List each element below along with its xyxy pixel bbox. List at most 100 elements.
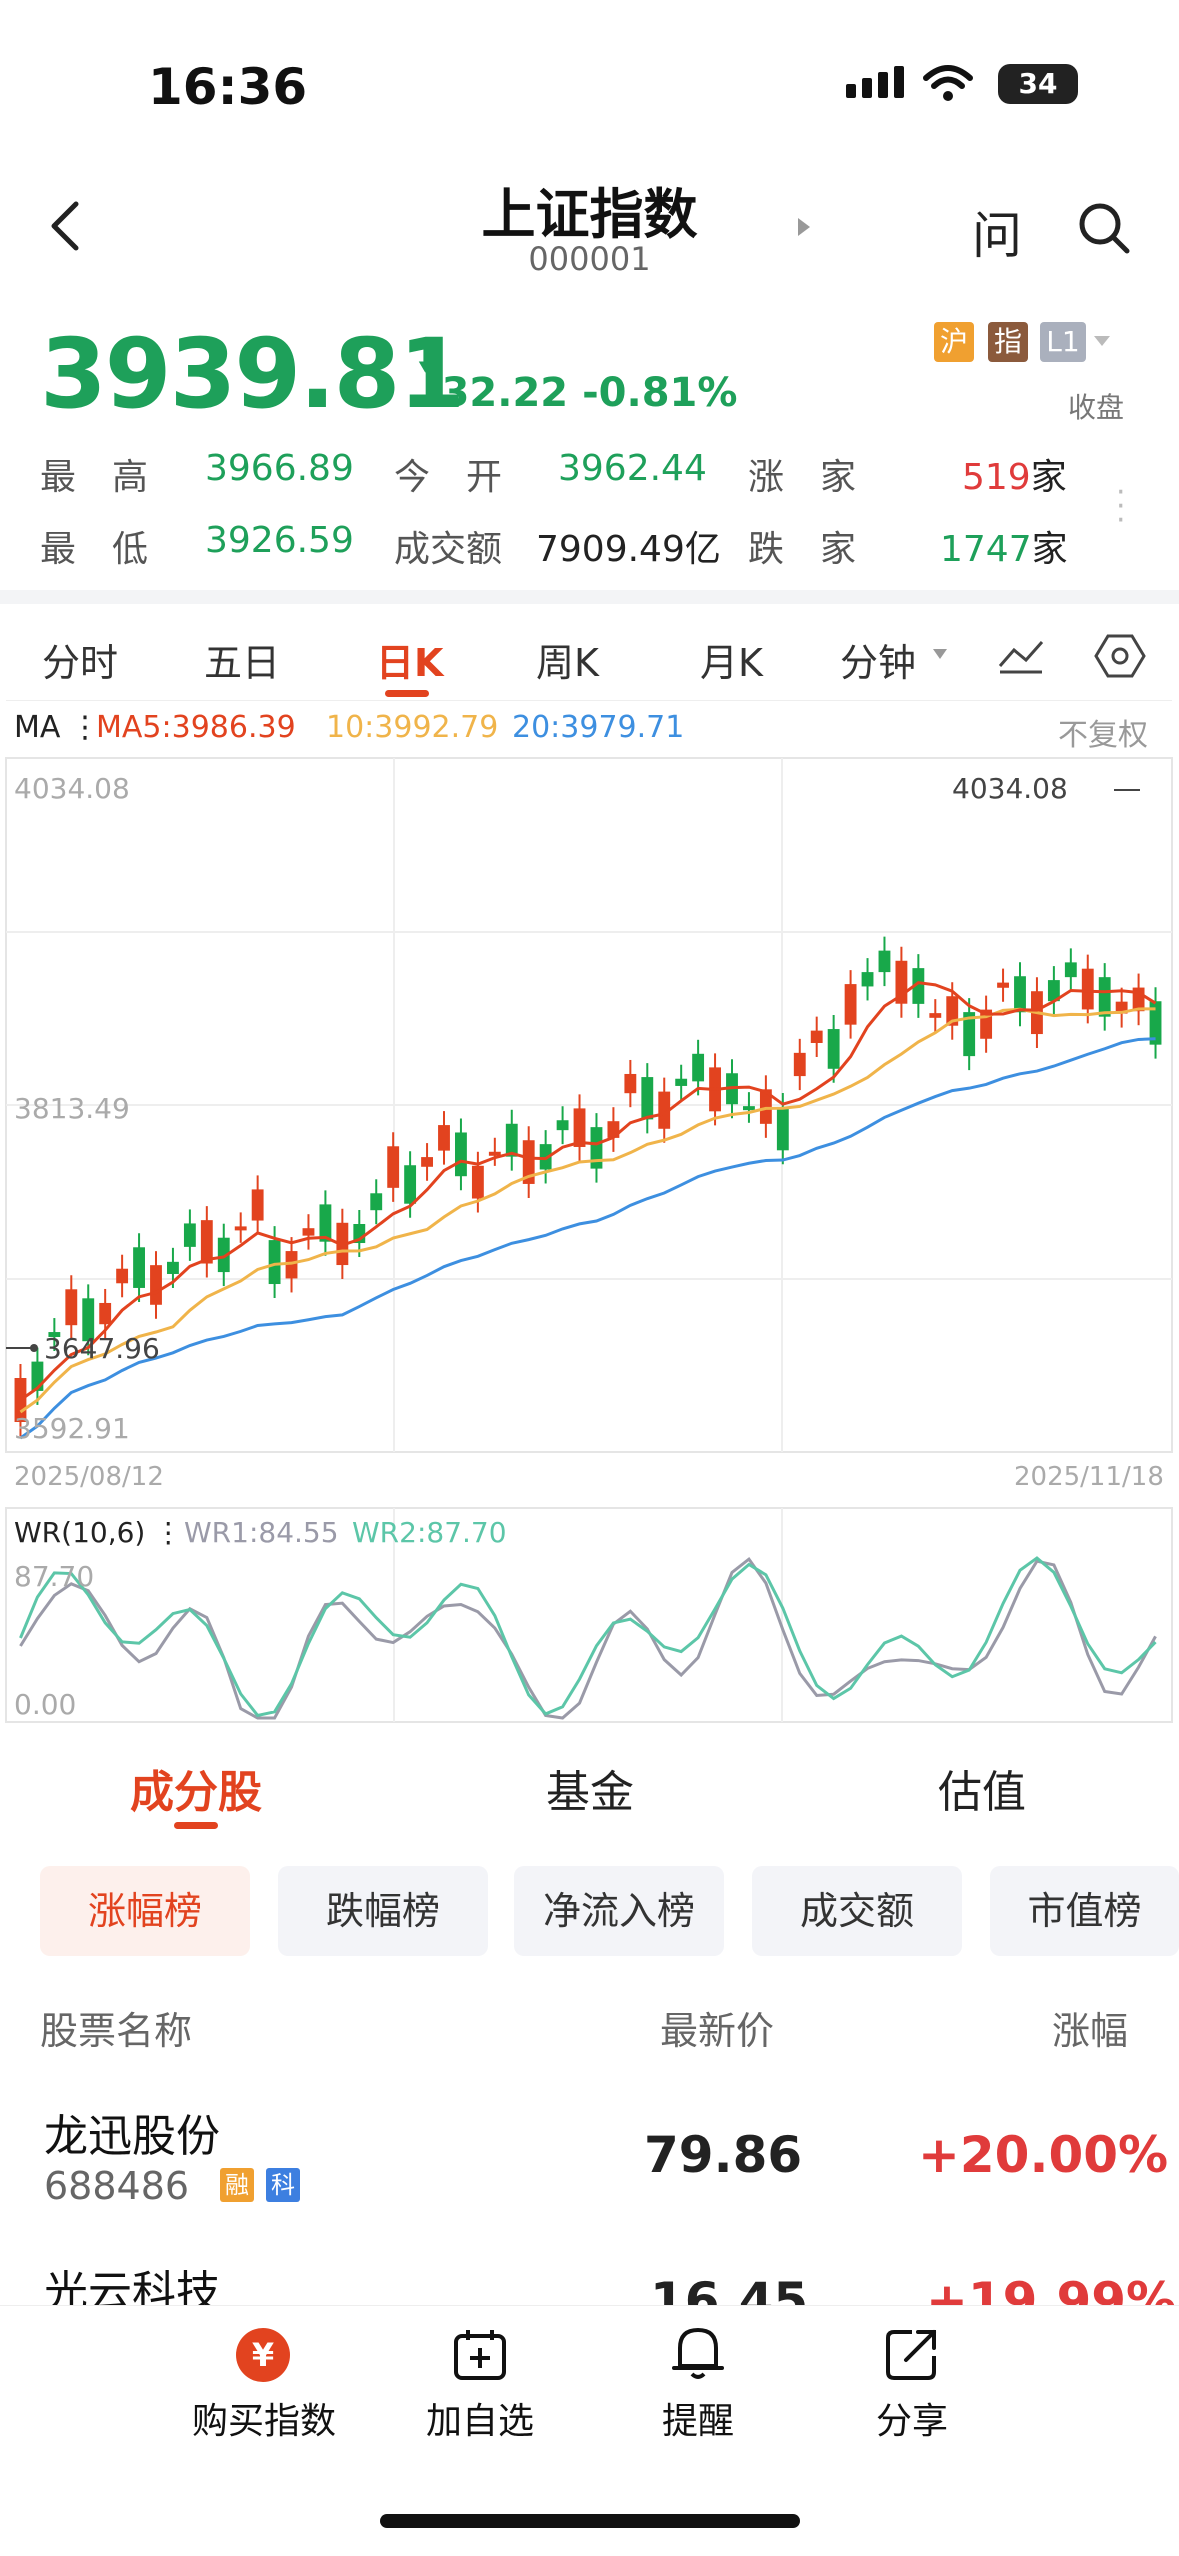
table-row[interactable]: 龙迅股份 688486 融 科 79.86 +20.00% <box>0 2080 1179 2250</box>
advancers-value: 519家 <box>962 457 1067 498</box>
tab-funds[interactable]: 基金 <box>546 1756 634 1820</box>
status-time: 16:36 <box>148 58 308 116</box>
level-tag[interactable]: L1 <box>1040 322 1086 362</box>
settings-icon[interactable] <box>1094 632 1146 680</box>
pill-net-inflow[interactable]: 净流入榜 <box>514 1866 724 1956</box>
active-subtab-indicator <box>174 1822 218 1829</box>
bell-icon[interactable] <box>670 2324 726 2382</box>
min-price-label: 3647.96 <box>44 1332 160 1365</box>
y-axis-bottom: 3592.91 <box>14 1412 130 1445</box>
stock-name: 光云科技 <box>44 2267 220 2310</box>
market-status: 收盘 <box>1068 391 1125 424</box>
candle <box>150 1265 162 1305</box>
candle <box>438 1125 450 1151</box>
candle <box>878 950 891 973</box>
col-change[interactable]: 涨幅 <box>1052 2000 1128 2055</box>
candle <box>167 1261 179 1274</box>
open-value: 3962.44 <box>558 448 707 489</box>
candle <box>455 1132 467 1177</box>
turnover-label: 成交额 <box>394 529 503 570</box>
tab-monthly-k[interactable]: 月K <box>700 632 763 687</box>
candle <box>302 1228 315 1236</box>
high-value: 3966.89 <box>205 448 354 489</box>
candle <box>793 1052 806 1077</box>
wr-axis-top: 87.70 <box>14 1560 95 1593</box>
index-tag: 指 <box>988 322 1028 362</box>
low-label: 最 低 <box>40 529 149 570</box>
candle <box>370 1193 383 1211</box>
candle <box>471 1165 484 1199</box>
pill-top-losers[interactable]: 跌幅榜 <box>278 1866 488 1956</box>
candle <box>505 1123 518 1157</box>
share-button[interactable]: 分享 <box>832 2392 992 2444</box>
candle <box>404 1165 417 1204</box>
col-latest-price[interactable]: 最新价 <box>660 2000 774 2055</box>
pill-top-gainers[interactable]: 涨幅榜 <box>40 1866 250 1956</box>
candle <box>844 984 857 1025</box>
wr-label: WR(10,6) ⋮ <box>14 1516 183 1549</box>
candle <box>65 1289 78 1326</box>
stock-price: 79.86 <box>644 2126 803 2184</box>
candle <box>743 1106 755 1111</box>
candle <box>776 1106 789 1151</box>
tab-intraday[interactable]: 分时 <box>42 632 118 687</box>
candle <box>861 972 874 987</box>
share-icon[interactable] <box>884 2326 940 2382</box>
chevron-down-icon[interactable] <box>932 648 948 660</box>
add-watchlist-button[interactable]: 加自选 <box>400 2392 560 2444</box>
low-value: 3926.59 <box>205 520 354 561</box>
tab-minute[interactable]: 分钟 <box>840 632 916 687</box>
adjust-toggle[interactable]: 不复权 <box>1058 710 1148 754</box>
wr2-value: WR2:87.70 <box>352 1516 507 1549</box>
ask-button[interactable]: 问 <box>972 196 1022 268</box>
divider <box>0 590 1179 604</box>
candle <box>1098 977 1111 1017</box>
max-price-label: 4034.08 <box>952 772 1068 805</box>
open-label: 今 开 <box>394 457 503 498</box>
candle <box>827 1029 840 1069</box>
advancers-label: 涨 家 <box>748 457 857 498</box>
high-label: 最 高 <box>40 457 149 498</box>
pill-turnover[interactable]: 成交额 <box>752 1866 962 1956</box>
wr1-line <box>19 1556 1157 1720</box>
y-axis-top: 4034.08 <box>14 772 130 805</box>
kline-chart[interactable]: MA ⋮ MA5:3986.39 10:3992.79 20:3979.71 不… <box>0 699 1179 1750</box>
yuan-icon[interactable]: ¥ <box>236 2328 290 2382</box>
table-row[interactable]: 光云科技 16.45 +19.99% <box>0 2250 1179 2310</box>
candle <box>183 1223 196 1247</box>
next-index-icon[interactable] <box>796 216 812 238</box>
tab-five-day[interactable]: 五日 <box>204 632 280 687</box>
wifi-icon <box>923 65 973 101</box>
candle <box>1081 968 1094 1010</box>
turnover-value: 7909.49亿 <box>536 529 721 570</box>
ma20-value: 20:3979.71 <box>512 710 685 745</box>
tab-weekly-k[interactable]: 周K <box>536 632 599 687</box>
tab-constituents[interactable]: 成分股 <box>130 1756 262 1820</box>
ma5-value: MA5:3986.39 <box>96 710 296 745</box>
candle <box>692 1053 705 1082</box>
more-icon[interactable]: · · · <box>1116 478 1126 536</box>
col-stock-name: 股票名称 <box>40 2009 193 2053</box>
candle <box>234 1226 247 1231</box>
alert-button[interactable]: 提醒 <box>618 2392 778 2444</box>
tab-valuation[interactable]: 估值 <box>938 1756 1026 1820</box>
add-watchlist-icon[interactable] <box>452 2326 508 2382</box>
decliners-label: 跌 家 <box>748 529 857 570</box>
search-icon[interactable] <box>1076 200 1132 256</box>
candle <box>99 1302 112 1325</box>
chevron-down-icon[interactable] <box>1092 334 1112 348</box>
candlestick-series <box>14 936 1162 1436</box>
status-bar: 16:36 34 <box>0 0 1179 150</box>
buy-index-button[interactable]: 购买指数 <box>184 2392 344 2444</box>
market-tag: 沪 <box>934 322 974 362</box>
ma-label: MA ⋮ <box>14 710 100 745</box>
pill-market-cap[interactable]: 市值榜 <box>990 1866 1179 1956</box>
candle <box>133 1247 145 1288</box>
tab-daily-k[interactable]: 日K <box>376 632 443 687</box>
ma10-value: 10:3992.79 <box>326 710 499 745</box>
indicator-icon[interactable] <box>996 636 1046 676</box>
margin-badge: 融 <box>220 2168 254 2202</box>
min-marker-dot <box>30 1344 38 1352</box>
stock-change: +20.00% <box>918 2126 1169 2184</box>
star-market-badge: 科 <box>266 2168 300 2202</box>
